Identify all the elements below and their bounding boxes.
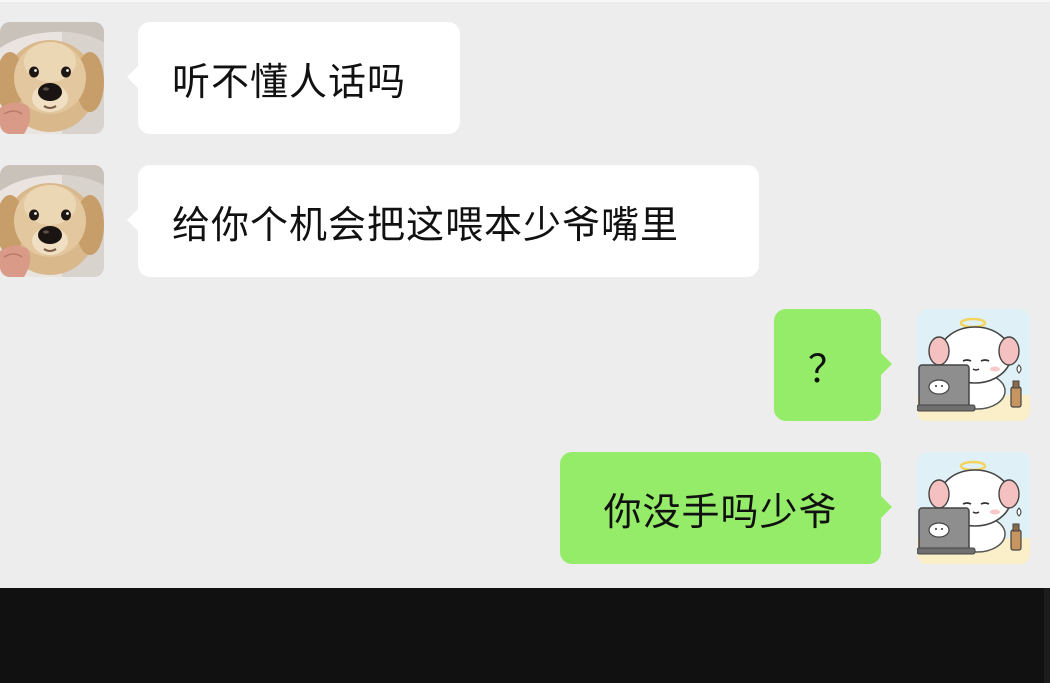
message-text: 你没手吗少爷 bbox=[603, 489, 838, 534]
cartoon-puppy-at-laptop-avatar-image bbox=[917, 452, 1030, 564]
golden-retriever-puppy-avatar-image bbox=[0, 165, 104, 277]
user-avatar[interactable] bbox=[917, 309, 1030, 421]
message-text: ？ bbox=[807, 346, 847, 391]
message-text: 听不懂人话吗 bbox=[172, 59, 407, 104]
incoming-message-bubble[interactable]: 听不懂人话吗 bbox=[127, 22, 460, 134]
message-text: 给你个机会把这喂本少爷嘴里 bbox=[172, 202, 680, 247]
outgoing-message-bubble[interactable]: 你没手吗少爷 bbox=[560, 452, 892, 564]
bottom-bar-edge bbox=[1044, 588, 1050, 683]
top-divider bbox=[0, 0, 1050, 2]
contact-avatar[interactable] bbox=[0, 22, 104, 134]
outgoing-message-bubble[interactable]: ？ bbox=[774, 309, 892, 421]
incoming-message-bubble[interactable]: 给你个机会把这喂本少爷嘴里 bbox=[127, 165, 759, 277]
contact-avatar[interactable] bbox=[0, 165, 104, 277]
chat-message-area[interactable]: 听不懂人话吗 给你个机会把这喂本少爷嘴里 ？ 你没手吗少爷 bbox=[0, 0, 1050, 588]
golden-retriever-puppy-avatar-image bbox=[0, 22, 104, 134]
bottom-input-bar bbox=[0, 588, 1050, 683]
cartoon-puppy-at-laptop-avatar-image bbox=[917, 309, 1030, 421]
user-avatar[interactable] bbox=[917, 452, 1030, 564]
